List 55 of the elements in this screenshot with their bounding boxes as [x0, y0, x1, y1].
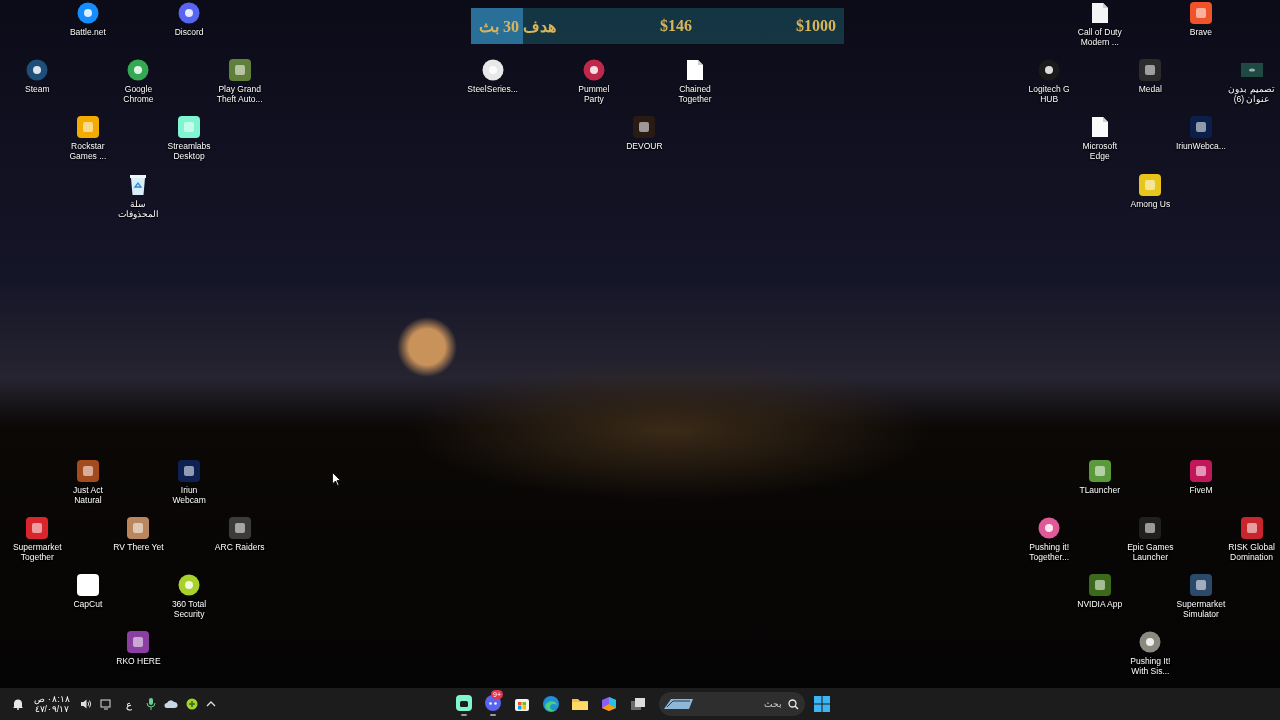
desktop-shortcut[interactable]: SteelSeries...: [467, 59, 518, 95]
desktop-shortcut[interactable]: FiveM: [1175, 459, 1227, 495]
desktop-shortcut[interactable]: TLauncher: [1074, 459, 1126, 495]
mouse-pointer-icon: [332, 472, 341, 486]
desktop-shortcut[interactable]: Discord: [163, 2, 215, 37]
desktop-shortcut[interactable]: Call of Duty Modern ...: [1074, 2, 1126, 47]
desktop-shortcut[interactable]: Pushing It! With Sis...: [1125, 631, 1176, 677]
desktop-shortcut[interactable]: Just Act Natural: [62, 459, 114, 505]
desktop-shortcut[interactable]: Pushing it! Together...: [1023, 516, 1075, 562]
browser-wave-icon: [541, 694, 561, 714]
desktop-shortcut[interactable]: NVIDIA App: [1074, 573, 1126, 609]
windows-logo-icon: [814, 696, 830, 712]
desktop-shortcut[interactable]: Rockstar Games ...: [62, 116, 114, 162]
desktop-shortcut[interactable]: RISK Global Domination: [1226, 516, 1277, 562]
desktop-shortcut[interactable]: 360 Total Security: [163, 573, 215, 619]
desktop-shortcut[interactable]: Microsoft Edge: [1074, 116, 1126, 162]
current-amount: $146: [660, 17, 692, 35]
desktop-shortcut[interactable]: Brave: [1175, 2, 1227, 37]
desktop-shortcut[interactable]: ARC Raiders: [214, 516, 265, 552]
desktop-shortcut[interactable]: سلة المحذوفات: [113, 173, 164, 219]
desktop-shortcut[interactable]: RV There Yet: [113, 516, 164, 552]
language-indicator[interactable]: ع: [119, 690, 138, 718]
chevron-up-icon[interactable]: [205, 700, 216, 708]
desktop-shortcut[interactable]: Supermarket Simulator: [1175, 573, 1227, 619]
cloud-icon[interactable]: [163, 699, 178, 709]
desktop-shortcut[interactable]: Streamlabs Desktop: [163, 116, 215, 162]
desktop-shortcut[interactable]: Among Us: [1125, 173, 1176, 209]
target-amount: $1000: [796, 17, 836, 35]
desktop-shortcut[interactable]: Iriun Webcam: [163, 459, 215, 505]
desktop-shortcut[interactable]: Epic Games Launcher: [1125, 516, 1176, 562]
streamlabs-icon: [454, 692, 474, 713]
desktop-shortcut[interactable]: CapCut: [62, 573, 114, 609]
network-icon[interactable]: [99, 698, 112, 710]
desktop-shortcut[interactable]: Chained Together: [669, 59, 721, 105]
desktop-shortcut[interactable]: DEVOUR: [619, 116, 670, 152]
desktop-shortcut[interactable]: Supermarket Together: [12, 516, 63, 562]
desktop-shortcut[interactable]: Medal: [1125, 59, 1176, 95]
desktop-shortcut[interactable]: IriunWebca...: [1175, 116, 1227, 152]
colorful-app-icon: [599, 694, 619, 714]
desktop-shortcut[interactable]: Steam: [12, 59, 63, 95]
goal-label: هدف 30 بث: [479, 16, 556, 36]
search-field[interactable]: بحث: [703, 699, 782, 709]
desktop-shortcut[interactable]: Logitech G HUB: [1023, 59, 1075, 105]
shield-plus-icon[interactable]: [185, 698, 198, 710]
microphone-icon[interactable]: [145, 698, 156, 710]
desktop-shortcut[interactable]: Play Grand Theft Auto...: [214, 59, 265, 105]
search-bar[interactable]: بحث: [659, 692, 805, 716]
desktop-shortcut[interactable]: Google Chrome: [113, 59, 164, 105]
clock[interactable]: ٠٨:١٨ ص ٤٧/٠٩/١٧: [32, 694, 72, 714]
desktop-shortcut[interactable]: Pummel Party: [568, 59, 620, 105]
desktop-shortcut[interactable]: تصميم بدون عنوان (6): [1226, 59, 1277, 105]
speaker-icon[interactable]: [79, 698, 92, 710]
desktop-shortcut[interactable]: RKO HERE: [113, 631, 164, 667]
search-icon: [788, 698, 799, 710]
desktop-shortcut[interactable]: Battle.net: [62, 2, 114, 37]
